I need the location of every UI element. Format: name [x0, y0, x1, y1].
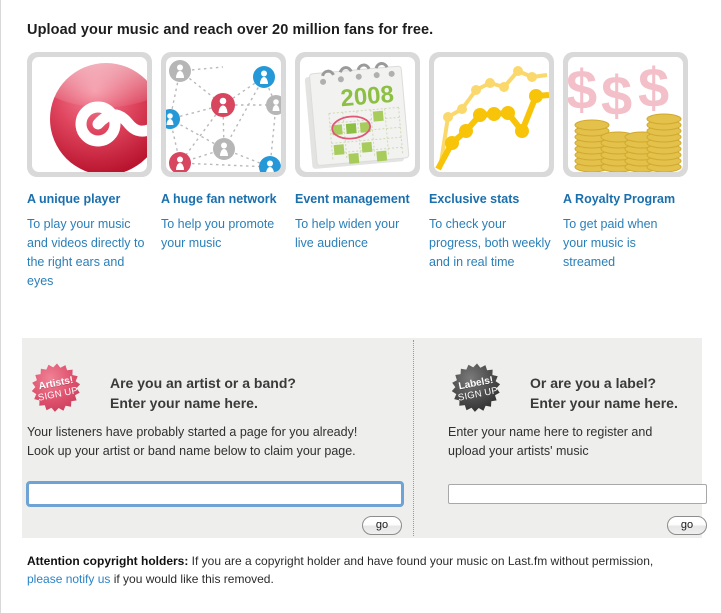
feature-item-fan-network: A huge fan network To help you promote y…	[161, 52, 295, 291]
feature-thumb	[161, 52, 286, 177]
artist-heading-line2: Enter your name here.	[110, 395, 258, 411]
label-signup-column: Labels! SIGN UP Or are you a label? Ente…	[430, 338, 707, 538]
feature-item-royalty-program: $ $ $ A Royalty Program To get paid when…	[563, 52, 697, 291]
artist-body-line1: Your listeners have probably started a p…	[27, 425, 358, 439]
feature-title[interactable]: A huge fan network	[161, 191, 289, 208]
feature-title[interactable]: A Royalty Program	[563, 191, 691, 208]
artist-name-input[interactable]	[26, 481, 404, 507]
feature-description: To get paid when your music is streamed	[563, 217, 658, 269]
copyright-notice: Attention copyright holders: If you are …	[27, 552, 667, 588]
label-body-line2: upload your artists' music	[448, 444, 589, 458]
artist-go-button[interactable]: go	[362, 516, 402, 535]
feature-description: To help widen your live audience	[295, 217, 400, 250]
feature-description: To help you promote your music	[161, 217, 275, 250]
artist-signup-column: Artists! SIGN UP Are you an artist or a …	[22, 338, 410, 538]
svg-text:$: $	[638, 57, 669, 119]
label-heading-line2: Enter your name here.	[530, 395, 678, 411]
feature-description: To play your music and videos directly t…	[27, 217, 145, 288]
copyright-notice-text-after: if you would like this removed.	[110, 572, 274, 586]
fan-network-icon	[166, 57, 281, 172]
feature-thumb	[27, 52, 152, 177]
calendar-year-label: 2008	[339, 81, 395, 113]
feature-item-unique-player: A unique player To play your music and v…	[27, 52, 161, 291]
copyright-notice-prefix: Attention copyright holders:	[27, 554, 189, 568]
feature-title[interactable]: Exclusive stats	[429, 191, 557, 208]
svg-text:$: $	[601, 64, 632, 127]
signup-panel: Artists! SIGN UP Are you an artist or a …	[22, 338, 707, 538]
feature-item-event-management: 2008 Event management To help widen your…	[295, 52, 429, 291]
panel-divider	[413, 340, 414, 536]
page-headline: Upload your music and reach over 20 mill…	[27, 22, 434, 38]
calendar-icon: 2008	[300, 57, 415, 172]
artists-signup-badge[interactable]: Artists! SIGN UP	[30, 362, 84, 416]
feature-thumb	[429, 52, 554, 177]
money-coins-icon: $ $ $	[568, 57, 683, 172]
label-body-line1: Enter your name here to register and	[448, 425, 653, 439]
svg-text:$: $	[568, 58, 597, 121]
labels-signup-badge[interactable]: Labels! SIGN UP	[450, 362, 504, 416]
page-root: Upload your music and reach over 20 mill…	[0, 0, 722, 613]
feature-list: A unique player To play your music and v…	[27, 52, 699, 291]
copyright-notice-text-before: If you are a copyright holder and have f…	[188, 554, 654, 568]
artist-body-line2: Look up your artist or band name below t…	[27, 444, 356, 458]
feature-item-exclusive-stats: Exclusive stats To check your progress, …	[429, 52, 563, 291]
feature-thumb: $ $ $	[563, 52, 688, 177]
notify-us-link[interactable]: please notify us	[27, 572, 110, 586]
feature-description: To check your progress, both weekly and …	[429, 217, 551, 269]
feature-thumb: 2008	[295, 52, 420, 177]
artist-heading-line1: Are you an artist or a band?	[110, 375, 296, 391]
feature-title[interactable]: Event management	[295, 191, 423, 208]
label-go-button[interactable]: go	[667, 516, 707, 535]
label-name-input[interactable]	[448, 484, 707, 504]
line-chart-icon	[434, 57, 549, 172]
feature-title[interactable]: A unique player	[27, 191, 155, 208]
label-heading-line1: Or are you a label?	[530, 375, 657, 391]
lastfm-logo-icon	[32, 57, 147, 172]
